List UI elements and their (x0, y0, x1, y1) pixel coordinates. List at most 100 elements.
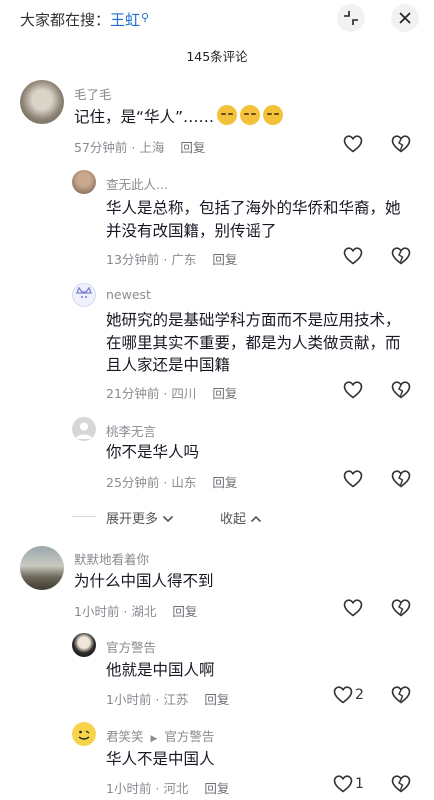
reply-button[interactable]: 回复 (172, 604, 197, 619)
close-button[interactable] (391, 4, 419, 32)
like-button[interactable] (343, 470, 363, 488)
time-location: 57分钟前 · 上海 (74, 140, 165, 155)
emoji-avatar-icon (78, 730, 90, 740)
comment-username-line: 君笑笑 ▶ 官方警告 (106, 726, 214, 745)
collapse-icon (344, 11, 358, 25)
like-button[interactable]: 1 (333, 775, 364, 793)
comment-line: 她研究的是基础学科方面而不是应用技术， (106, 311, 401, 329)
comment-meta: 1小时前 · 河北 回复 (106, 778, 229, 797)
comment-username[interactable]: newest (106, 287, 151, 302)
reply-button[interactable]: 回复 (212, 252, 237, 267)
heart-icon (343, 599, 363, 617)
emoji-icon (240, 105, 261, 125)
comment-text: 华人是总称，包括了海外的华侨和华裔，她 并没有改国籍，别传谣了 (106, 197, 401, 242)
collapse-button[interactable] (337, 4, 365, 32)
default-avatar-icon (76, 422, 92, 439)
expand-more-label: 展开更多 (106, 512, 159, 527)
avatar[interactable] (20, 80, 64, 124)
comment-text-content: 记住，是“华人”…… (74, 108, 215, 126)
dislike-icon (391, 247, 411, 265)
reply-button[interactable]: 回复 (204, 692, 229, 707)
comment-username[interactable]: 桃李无言 (106, 421, 156, 440)
top-bar: 大家都在搜：王虹⚲ (0, 0, 434, 38)
dislike-icon (391, 775, 411, 793)
divider (72, 516, 96, 517)
reply-button[interactable]: 回复 (212, 475, 237, 490)
collapse-button-replies[interactable]: 收起 (220, 508, 262, 527)
collapse-label: 收起 (220, 512, 247, 527)
comment-meta: 21分钟前 · 四川 回复 (106, 383, 237, 402)
avatar[interactable] (72, 283, 96, 307)
comment-username[interactable]: 官方警告 (106, 637, 156, 656)
search-suggestion[interactable]: 大家都在搜：王虹⚲ (20, 9, 149, 30)
comment-meta: 13分钟前 · 广东 回复 (106, 249, 237, 268)
comment-username[interactable]: 毛了毛 (74, 84, 112, 103)
like-button[interactable] (343, 599, 363, 617)
comment-username[interactable]: 查无此人... (106, 174, 168, 193)
search-icon: ⚲ (141, 11, 150, 24)
time-location: 1小时前 · 湖北 (74, 604, 157, 619)
like-button[interactable] (343, 247, 363, 265)
avatar[interactable] (72, 170, 96, 194)
reply-to-username[interactable]: 官方警告 (164, 729, 214, 744)
comment-text: 她研究的是基础学科方面而不是应用技术， 在哪里其实不重要，都是为人类做贡献，而 … (106, 309, 401, 377)
dislike-button[interactable] (391, 381, 411, 399)
comment-username[interactable]: 默默地看着你 (74, 549, 149, 568)
close-icon (399, 12, 411, 24)
expand-more-button[interactable]: 展开更多 (106, 508, 174, 527)
search-keyword[interactable]: 王虹 (110, 11, 140, 29)
comment-text: 为什么中国人得不到 (74, 572, 214, 590)
comment-username[interactable]: 君笑笑 (106, 729, 144, 744)
time-location: 1小时前 · 河北 (106, 781, 189, 796)
comment-meta: 25分钟前 · 山东 回复 (106, 472, 237, 491)
comment-line: 且人家还是中国籍 (106, 356, 231, 374)
comment-text: 你不是华人吗 (106, 443, 200, 461)
comment-meta: 1小时前 · 湖北 回复 (74, 601, 197, 620)
time-location: 25分钟前 · 山东 (106, 475, 197, 490)
avatar[interactable] (72, 417, 96, 441)
dislike-icon (391, 135, 411, 153)
dislike-icon (391, 686, 411, 704)
dislike-icon (391, 381, 411, 399)
dislike-button[interactable] (391, 686, 411, 704)
dislike-button[interactable] (391, 599, 411, 617)
chevron-up-icon (251, 515, 262, 523)
comment-text: 记住，是“华人”…… (74, 105, 284, 129)
dislike-button[interactable] (391, 775, 411, 793)
comment-line: 并没有改国籍，别传谣了 (106, 221, 277, 240)
dislike-button[interactable] (391, 135, 411, 153)
avatar[interactable] (72, 633, 96, 657)
heart-icon (333, 775, 353, 793)
comment-line: 华人是总称，包括了海外的华侨和华裔，她 (106, 199, 401, 217)
reply-button[interactable]: 回复 (204, 781, 229, 796)
time-location: 13分钟前 · 广东 (106, 252, 197, 267)
time-location: 1小时前 · 江苏 (106, 692, 189, 707)
comment-meta: 1小时前 · 江苏 回复 (106, 689, 229, 708)
comment-meta: 57分钟前 · 上海 回复 (74, 137, 205, 156)
reply-button[interactable]: 回复 (212, 386, 237, 401)
reply-button[interactable]: 回复 (180, 140, 205, 155)
like-count: 1 (355, 776, 364, 792)
heart-icon (343, 470, 363, 488)
like-button[interactable] (343, 381, 363, 399)
comment-text: 他就是中国人啊 (106, 661, 215, 679)
cat-icon (76, 286, 92, 298)
emoji-icon (263, 105, 284, 125)
avatar[interactable] (20, 546, 64, 590)
heart-icon (343, 381, 363, 399)
dislike-button[interactable] (391, 470, 411, 488)
heart-icon (333, 686, 353, 704)
dislike-icon (391, 470, 411, 488)
comment-text: 华人不是中国人 (106, 750, 215, 768)
dislike-button[interactable] (391, 247, 411, 265)
reply-arrow-icon: ▶ (150, 734, 158, 744)
heart-icon (343, 135, 363, 153)
like-button[interactable] (343, 135, 363, 153)
comment-count-title: 145条评论 (186, 49, 248, 64)
chevron-down-icon (163, 515, 174, 523)
avatar[interactable] (72, 722, 96, 746)
like-button[interactable]: 2 (333, 686, 364, 704)
search-prefix: 大家都在搜： (20, 11, 111, 29)
time-location: 21分钟前 · 四川 (106, 386, 197, 401)
heart-icon (343, 247, 363, 265)
